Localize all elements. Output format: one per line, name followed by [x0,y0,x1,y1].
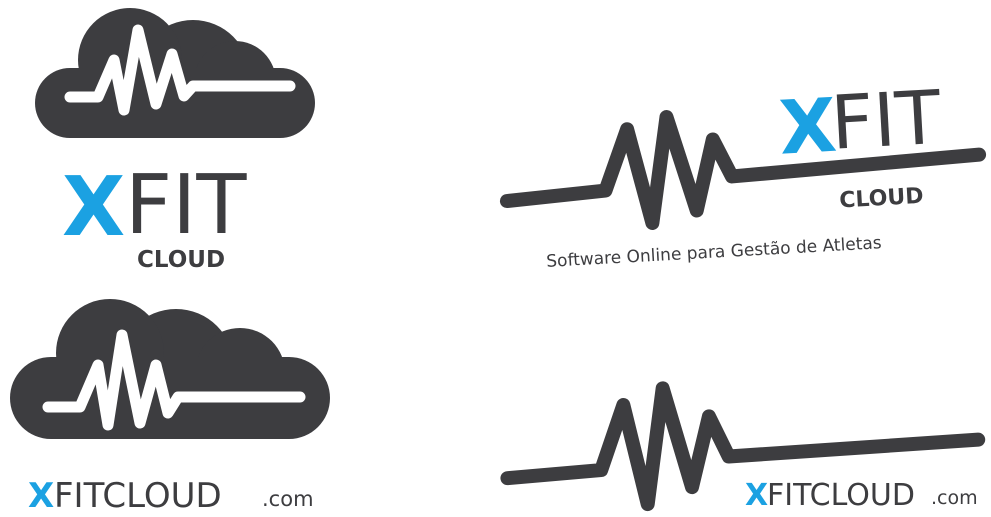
logo-stacked: X FIT CLOUD [0,0,360,290]
cloud-heartbeat-icon: X FIT CLOUD [35,8,315,273]
brand-cloud: CLOUD [137,247,225,273]
brand-domain: .com [262,487,314,511]
brand-fitcloud: FITCLOUD [767,478,915,513]
brand-domain: .com [931,487,978,509]
logo-line-url: X FITCLOUD .com [500,360,991,517]
logo-cloud-url: X FITCLOUD .com [0,295,360,517]
brand-cloud: CLOUD [839,184,924,214]
heartbeat-line-icon: X FIT CLOUD Software Online para Gestão … [499,75,987,272]
brand-fitcloud: FITCLOUD [54,476,222,516]
brand-x: X [62,160,125,255]
brand-x: X [28,476,54,516]
brand-x: X [745,478,768,513]
cloud-heartbeat-icon: X FITCLOUD .com [10,299,330,516]
tagline: Software Online para Gestão de Atletas [546,233,882,272]
brand-fit: FIT [125,158,247,253]
brand-fit: FIT [829,75,944,167]
logo-horizontal: X FIT CLOUD Software Online para Gestão … [499,68,991,288]
heartbeat-line-icon: X FITCLOUD .com [500,381,986,513]
